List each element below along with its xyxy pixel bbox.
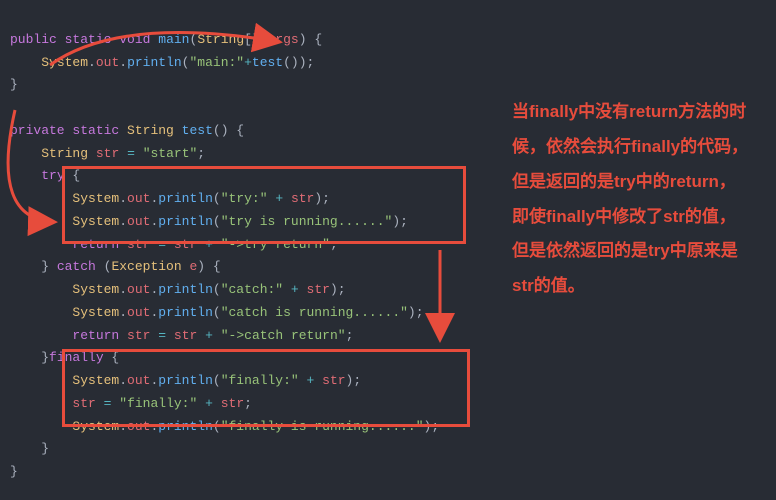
- code-line: }: [10, 441, 49, 456]
- code-line: return str = str + "->catch return";: [10, 328, 353, 343]
- code-line: System.out.println("try is running......…: [10, 214, 408, 229]
- code-line: public static void main(String[] args) {: [10, 32, 322, 47]
- code-line: System.out.println("finally is running..…: [10, 419, 439, 434]
- code-line: System.out.println("main:"+test());: [10, 55, 314, 70]
- code-line: }finally {: [10, 350, 119, 365]
- code-line: System.out.println("catch is running....…: [10, 305, 424, 320]
- code-line: try {: [10, 168, 80, 183]
- code-line: }: [10, 464, 18, 479]
- code-line: [10, 100, 18, 115]
- code-line: System.out.println("catch:" + str);: [10, 282, 346, 297]
- code-line: } catch (Exception e) {: [10, 259, 221, 274]
- code-line: }: [10, 77, 18, 92]
- code-line: return str = str + "->try return";: [10, 237, 338, 252]
- code-line: private static String test() {: [10, 123, 244, 138]
- annotation-text: 当finally中没有return方法的时候，依然会执行finally的代码，但…: [512, 95, 752, 304]
- code-line: str = "finally:" + str;: [10, 396, 252, 411]
- code-line: System.out.println("try:" + str);: [10, 191, 330, 206]
- code-line: System.out.println("finally:" + str);: [10, 373, 361, 388]
- code-line: String str = "start";: [10, 146, 205, 161]
